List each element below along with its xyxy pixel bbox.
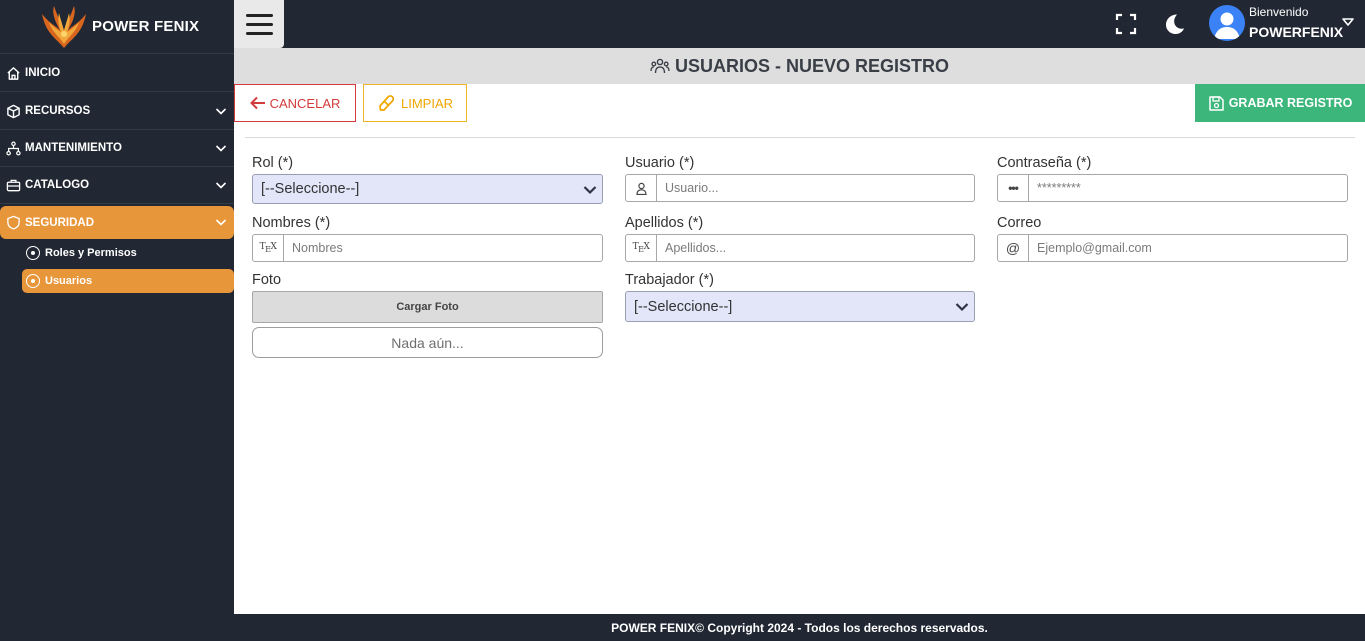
- apellidos-input[interactable]: [657, 235, 974, 261]
- nombres-input[interactable]: [284, 235, 602, 261]
- shield-icon: [5, 215, 21, 231]
- fullscreen-icon[interactable]: [1114, 12, 1138, 36]
- rol-select-value: [--Seleccione--]: [261, 181, 360, 197]
- usuario-field: [625, 174, 975, 202]
- hamburger-menu-button[interactable]: [234, 0, 284, 48]
- footer: POWER FENIX© Copyright 2024 - Todos los …: [234, 614, 1365, 641]
- correo-input[interactable]: [1029, 235, 1347, 261]
- upload-status: Nada aún...: [252, 327, 603, 358]
- contrasena-field: •••: [997, 174, 1348, 202]
- sidebar-item-label: RECURSOS: [25, 105, 91, 117]
- home-icon: [5, 65, 21, 81]
- cancel-button[interactable]: CANCELAR: [234, 84, 356, 122]
- page-title: USUARIOS - NUEVO REGISTRO: [674, 55, 950, 76]
- caret-down-icon[interactable]: [1342, 18, 1354, 26]
- cancel-button-label: CANCELAR: [269, 95, 341, 111]
- chevron-down-icon: [215, 182, 227, 189]
- nombres-label: Nombres (*): [252, 215, 331, 231]
- contrasena-input[interactable]: [1029, 175, 1347, 201]
- phoenix-logo-icon: [42, 5, 86, 48]
- clear-button-label: LIMPIAR: [400, 95, 453, 111]
- chevron-down-icon: [215, 219, 227, 226]
- chevron-down-icon: [215, 108, 227, 115]
- sidebar-item-label: CATALOGO: [25, 179, 90, 191]
- users-icon: [650, 58, 670, 74]
- sidebar-item-catalogo[interactable]: CATALOGO: [0, 167, 234, 204]
- avatar[interactable]: [1209, 5, 1245, 41]
- trabajador-select-value: [--Seleccione--]: [634, 298, 733, 315]
- usuario-label: Usuario (*): [625, 155, 695, 171]
- tex-icon: TEX: [626, 235, 657, 261]
- box-icon: [5, 103, 21, 119]
- sidebar-subitem-label: Usuarios: [45, 275, 93, 287]
- correo-field: @: [997, 234, 1348, 262]
- apellidos-field: TEX: [625, 234, 975, 262]
- topbar: Bienvenido POWERFENIX: [234, 0, 1365, 48]
- sidebar-subitem-usuarios[interactable]: Usuarios: [22, 269, 234, 293]
- rol-select[interactable]: [--Seleccione--]: [252, 174, 603, 204]
- usuario-input[interactable]: [657, 175, 974, 201]
- chevron-down-icon: [215, 145, 227, 152]
- sidebar-item-label: MANTENIMIENTO: [25, 142, 122, 154]
- network-icon: [5, 140, 21, 156]
- brand-name: POWER FENIX: [92, 18, 200, 35]
- floppy-disk-icon: [1208, 95, 1224, 111]
- chevron-down-icon: [955, 303, 969, 312]
- rol-label: Rol (*): [252, 155, 294, 171]
- user-name[interactable]: POWERFENIX: [1249, 24, 1343, 40]
- tex-icon: TEX: [253, 235, 284, 261]
- person-icon: [626, 175, 657, 201]
- brand[interactable]: POWER FENIX: [0, 0, 234, 54]
- sidebar-item-label: SEGURIDAD: [25, 216, 95, 229]
- correo-label: Correo: [997, 215, 1042, 231]
- sidebar-subitem-roles[interactable]: Roles y Permisos: [22, 241, 234, 265]
- circle-dot-icon: [26, 246, 40, 260]
- dots-icon: •••: [998, 175, 1029, 201]
- user-greeting: Bienvenido: [1249, 5, 1309, 19]
- sidebar-item-seguridad[interactable]: SEGURIDAD: [0, 206, 234, 239]
- clear-button[interactable]: LIMPIAR: [363, 84, 467, 122]
- nombres-field: TEX: [252, 234, 603, 262]
- trabajador-select[interactable]: [--Seleccione--]: [625, 291, 975, 322]
- arrow-left-icon: [249, 96, 265, 110]
- sidebar-item-mantenimiento[interactable]: MANTENIMIENTO: [0, 130, 234, 167]
- trabajador-label: Trabajador (*): [625, 272, 714, 288]
- eraser-icon: [379, 95, 395, 111]
- briefcase-icon: [5, 177, 21, 193]
- sidebar-item-inicio[interactable]: INICIO: [0, 55, 234, 92]
- moon-icon[interactable]: [1162, 12, 1186, 36]
- contrasena-label: Contraseña (*): [997, 155, 1092, 171]
- page-header: USUARIOS - NUEVO REGISTRO: [234, 48, 1365, 84]
- divider: [245, 137, 1355, 138]
- sidebar-subitem-label: Roles y Permisos: [45, 247, 137, 259]
- save-button[interactable]: GRABAR REGISTRO: [1195, 84, 1365, 122]
- user-icon: [1214, 12, 1240, 39]
- sidebar-item-label: INICIO: [25, 67, 61, 79]
- sidebar-item-recursos[interactable]: RECURSOS: [0, 93, 234, 130]
- at-sign-icon: @: [998, 235, 1029, 261]
- save-button-label: GRABAR REGISTRO: [1228, 96, 1353, 110]
- circle-dot-icon: [26, 274, 40, 288]
- apellidos-label: Apellidos (*): [625, 215, 704, 231]
- sidebar: POWER FENIX INICIO RECURSOS MANTENIMIENT…: [0, 0, 234, 641]
- foto-label: Foto: [252, 272, 282, 288]
- upload-photo-button[interactable]: Cargar Foto: [252, 291, 603, 323]
- chevron-down-icon: [583, 186, 597, 195]
